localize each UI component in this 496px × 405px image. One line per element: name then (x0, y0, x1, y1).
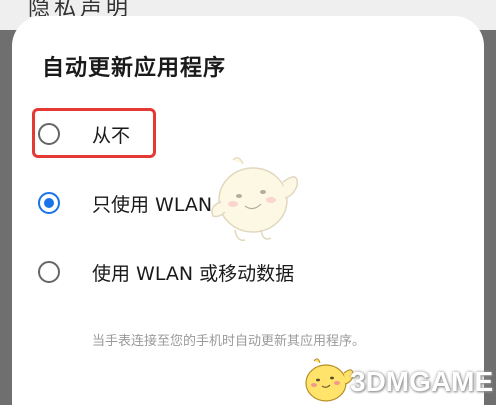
option-wlan-only-label: 只使用 WLAN (92, 193, 213, 216)
dialog-title: 自动更新应用程序 (42, 56, 227, 81)
option-wlan-or-mobile[interactable]: 使用 WLAN 或移动数据 (38, 252, 294, 292)
option-wlan-only[interactable]: 只使用 WLAN (38, 183, 212, 223)
radio-wlan-or-mobile[interactable] (38, 261, 60, 283)
logo-mascot-icon (305, 358, 354, 402)
option-wlan-or-mobile-label: 使用 WLAN 或移动数据 (92, 262, 295, 285)
mascot-watermark-icon (211, 157, 298, 242)
watermark-logo-text: 3DMGAME (350, 366, 494, 397)
radio-wlan-only[interactable] (38, 192, 60, 214)
annotation-highlight-box (32, 108, 156, 158)
dialog-footnote: 当手表连接至您的手机时自动更新其应用程序。 (92, 334, 366, 349)
